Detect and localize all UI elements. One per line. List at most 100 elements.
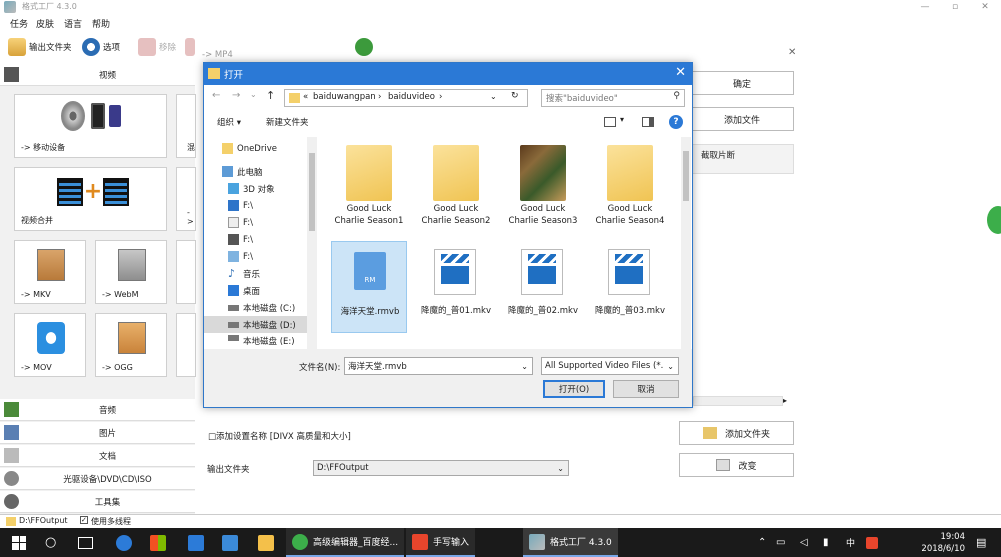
horizontal-scrollbar[interactable] [693, 396, 783, 406]
file-item-mkv-01[interactable]: 降魔的_普01.mkv [418, 241, 494, 339]
side-widget-icon[interactable] [987, 206, 1001, 234]
nav-scroll-thumb[interactable] [309, 153, 315, 231]
nav-desktop[interactable]: 桌面 [204, 282, 317, 299]
file-scrollbar[interactable] [681, 137, 691, 349]
file-item-season2[interactable]: Good Luck Charlie Season2 [418, 139, 494, 237]
nav-drive-e[interactable]: 本地磁盘 (E:) [204, 335, 317, 347]
taskbar-app-handwriting[interactable]: 手写输入 [406, 528, 476, 557]
add-settings-name-checkbox[interactable]: □添加设置名称 [DIVX 高质量和大小] [208, 430, 351, 442]
ok-button[interactable]: 确定 [690, 71, 794, 95]
file-item-mkv-03[interactable]: 降魔的_普03.mkv [592, 241, 668, 339]
file-item-season3[interactable]: Good Luck Charlie Season3 [505, 139, 581, 237]
recent-chevron-icon[interactable]: ⌄ [250, 90, 257, 99]
output-folder-button[interactable]: 输出文件夹 [8, 36, 72, 58]
tile-mobile[interactable]: -> 移动设备 [14, 94, 167, 158]
ime-chinese-indicator[interactable]: 中 [846, 528, 855, 557]
breadcrumb-baiduwangpan[interactable]: baiduwangpan [313, 92, 376, 102]
organize-button[interactable]: 组织 ▾ [217, 116, 241, 128]
tile-mov[interactable]: -> MOV [14, 313, 86, 377]
refresh-icon[interactable]: ↻ [511, 91, 519, 101]
nav-scrollbar[interactable] [307, 137, 317, 349]
nav-downloads[interactable]: F:\ [204, 197, 317, 214]
maximize-icon[interactable]: ▫ [940, 0, 970, 14]
battery-icon[interactable]: ▮ [823, 528, 829, 557]
filename-input[interactable]: 海洋天堂.rmvb ⌄ [344, 357, 533, 375]
breadcrumb-baiduvideo[interactable]: baiduvideo [388, 92, 435, 102]
store-icon[interactable] [150, 528, 166, 557]
change-button[interactable]: 改变 [679, 453, 794, 477]
category-picture[interactable]: 图片 [0, 422, 195, 444]
task-view-icon[interactable] [78, 528, 93, 557]
file-scroll-thumb[interactable] [683, 151, 689, 201]
open-button[interactable]: 打开(O) [543, 380, 605, 398]
globe-icon[interactable] [355, 38, 373, 56]
view-chevron-icon[interactable]: ▾ [620, 115, 624, 124]
forward-icon[interactable]: → [232, 90, 240, 101]
taskbar-app-editor[interactable]: 高级编辑器_百度经... [286, 528, 405, 557]
nav-pictures[interactable]: F:\ [204, 248, 317, 265]
volume-icon[interactable]: ◁ [800, 528, 808, 557]
menu-skin[interactable]: 皮肤 [36, 17, 54, 30]
minimize-icon[interactable]: — [910, 0, 940, 14]
search-input[interactable]: 搜索"baiduvideo" ⚲ [541, 89, 685, 107]
category-document[interactable]: 文档 [0, 445, 195, 467]
remove-button[interactable]: 移除 [138, 36, 176, 58]
options-button[interactable]: 选项 [82, 36, 120, 58]
tile-partial-4[interactable] [176, 313, 196, 377]
category-tools[interactable]: 工具集 [0, 491, 195, 513]
nav-music[interactable]: ♪ 音乐 [204, 265, 317, 282]
explorer-icon[interactable] [258, 528, 274, 557]
back-icon[interactable]: ← [212, 90, 220, 101]
category-disc[interactable]: 光驱设备\DVD\CD\ISO [0, 468, 195, 490]
tile-partial-2[interactable]: -> [176, 167, 196, 231]
nav-documents[interactable]: F:\ [204, 214, 317, 231]
nav-3d-objects[interactable]: 3D 对象 [204, 180, 317, 197]
file-item-mkv-02[interactable]: 降魔的_普02.mkv [505, 241, 581, 339]
breadcrumb-overflow[interactable]: « [303, 92, 308, 102]
tray-app-icon[interactable] [866, 528, 878, 557]
menu-task[interactable]: 任务 [10, 17, 28, 30]
tray-overflow-icon[interactable]: ⌃ [758, 528, 766, 557]
file-item-season1[interactable]: Good Luck Charlie Season1 [331, 139, 407, 237]
menu-language[interactable]: 语言 [64, 17, 82, 30]
help-icon[interactable]: ? [669, 115, 683, 129]
panel-close-icon[interactable]: ✕ [788, 47, 796, 58]
preview-pane-icon[interactable] [642, 117, 654, 127]
nav-videos[interactable]: F:\ [204, 231, 317, 248]
chevron-down-icon[interactable]: ⌄ [490, 92, 497, 101]
tile-partial-1[interactable]: 混 [176, 94, 196, 158]
add-file-button[interactable]: 添加文件 [690, 107, 794, 131]
clock[interactable]: 19:04 2018/6/10 [921, 531, 965, 555]
nav-drive-c[interactable]: 本地磁盘 (C:) [204, 299, 317, 316]
menu-help[interactable]: 帮助 [92, 17, 110, 30]
add-folder-button[interactable]: 添加文件夹 [679, 421, 794, 445]
tile-video-merge[interactable]: + 视频合并 [14, 167, 167, 231]
start-button[interactable] [12, 528, 26, 557]
tile-partial-3[interactable] [176, 240, 196, 304]
monitor-icon[interactable] [222, 528, 238, 557]
view-icon[interactable] [604, 117, 616, 127]
nav-onedrive[interactable]: OneDrive [204, 140, 317, 157]
up-icon[interactable]: ↑ [266, 89, 275, 102]
taskbar-app-format-factory[interactable]: 格式工厂 4.3.0 [523, 528, 618, 557]
cancel-button[interactable]: 取消 [613, 380, 679, 398]
tile-mkv[interactable]: -> MKV [14, 240, 86, 304]
file-type-select[interactable]: All Supported Video Files (*. ⌄ [541, 357, 679, 375]
new-folder-button[interactable]: 新建文件夹 [266, 116, 309, 128]
dialog-close-icon[interactable]: ✕ [675, 65, 686, 80]
search-icon[interactable]: ○ [45, 528, 56, 557]
start-icon[interactable] [185, 36, 195, 58]
edge-icon[interactable] [116, 528, 132, 557]
notification-icon[interactable]: ▤ [976, 528, 986, 557]
multithread-checkbox[interactable]: ✓ [80, 516, 88, 524]
nav-drive-d[interactable]: 本地磁盘 (D:) [204, 316, 317, 333]
tile-webm[interactable]: -> WebM [95, 240, 167, 304]
category-audio[interactable]: 音频 [0, 399, 195, 421]
file-item-season4[interactable]: Good Luck Charlie Season4 [592, 139, 668, 237]
output-folder-select[interactable]: D:\FFOutput ⌄ [313, 460, 569, 476]
scroll-right-icon[interactable]: ▸ [783, 396, 787, 405]
nav-this-pc[interactable]: 此电脑 [204, 163, 317, 180]
category-video[interactable]: 视频 [0, 64, 195, 86]
network-icon[interactable]: ▭ [776, 528, 785, 557]
file-item-haiyang-rmvb[interactable]: RM 海洋天堂.rmvb [331, 241, 407, 333]
